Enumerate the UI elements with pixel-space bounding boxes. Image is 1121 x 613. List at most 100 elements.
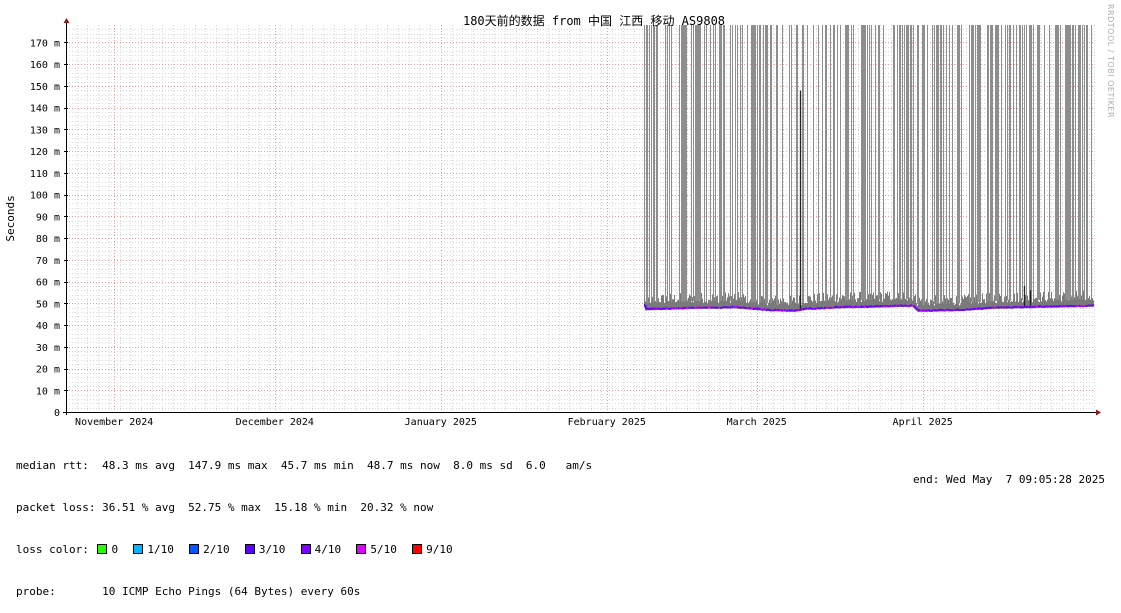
loss-color-swatch [97, 544, 107, 554]
x-tick-label: February 2025 [568, 417, 646, 428]
median-segment [848, 306, 849, 307]
loss-color-item: 1/10 [125, 543, 181, 556]
loss-color-item: 2/10 [180, 543, 236, 556]
median-segment [1008, 307, 1009, 308]
median-segment [968, 309, 969, 310]
y-tick-label: 170 m [30, 38, 60, 49]
y-tick-label: 70 m [36, 256, 60, 267]
loss-color-label: 5/10 [370, 543, 397, 556]
median-segment [915, 308, 916, 309]
loss-color-swatch [245, 544, 255, 554]
median-segment [907, 306, 908, 307]
median-segment [799, 310, 800, 311]
loss-color-legend: loss color: 0 1/10 2/10 3/10 4/10 5/10 9… [16, 543, 592, 557]
median-segment [1063, 306, 1064, 307]
median-segment [804, 308, 805, 309]
median-segment [822, 308, 823, 309]
y-tick-label: 80 m [36, 234, 60, 245]
loss-swatches: 0 1/10 2/10 3/10 4/10 5/10 9/10 [89, 543, 459, 556]
loss-color-label: 2/10 [203, 543, 230, 556]
loss-color-swatch [356, 544, 366, 554]
loss-color-item: 3/10 [236, 543, 292, 556]
median-segment [655, 308, 656, 309]
smokeping-chart: 010 m20 m30 m40 m50 m60 m70 m80 m90 m100… [0, 0, 1121, 494]
loss-color-swatch [301, 544, 311, 554]
x-tick-label: December 2024 [236, 417, 314, 428]
median-segment [684, 308, 685, 309]
median-segment [763, 309, 764, 310]
loss-color-label: loss color: [16, 543, 89, 556]
y-tick-label: 60 m [36, 278, 60, 289]
median-segment [820, 308, 821, 309]
median-segment [722, 307, 723, 308]
median-segment [658, 308, 659, 309]
loss-color-item: 0 [89, 543, 125, 556]
y-tick-label: 100 m [30, 191, 60, 202]
stats-legend: median rtt: 48.3 ms avg 147.9 ms max 45.… [16, 431, 592, 613]
median-segment [927, 310, 928, 311]
median-segment [714, 307, 715, 308]
median-segment [1086, 306, 1087, 307]
median-segment [736, 307, 737, 308]
median-segment [816, 308, 817, 309]
loss-color-swatch [412, 544, 422, 554]
median-segment [731, 307, 732, 308]
median-segment [916, 308, 917, 309]
loss-color-item: 9/10 [403, 543, 459, 556]
median-segment [697, 307, 698, 308]
median-segment [727, 307, 728, 308]
plot-area [66, 25, 1094, 412]
y-tick-label: 90 m [36, 212, 60, 223]
y-tick-label: 120 m [30, 147, 60, 158]
median-segment [751, 308, 752, 309]
median-segment [795, 310, 796, 311]
median-segment [996, 307, 997, 308]
median-segment [946, 310, 947, 311]
loss-color-item: 4/10 [292, 543, 348, 556]
end-timestamp: end: Wed May 7 09:05:28 2025 [913, 473, 1105, 486]
loss-color-label: 9/10 [426, 543, 453, 556]
median-segment [910, 305, 911, 306]
median-segment [889, 306, 890, 307]
median-segment [811, 308, 812, 309]
median-segment [719, 307, 720, 308]
loss-color-label: 1/10 [147, 543, 174, 556]
median-segment [1093, 305, 1094, 306]
y-tick-label: 130 m [30, 125, 60, 136]
median-segment [914, 306, 915, 308]
median-segment [1058, 306, 1059, 307]
median-segment [958, 309, 959, 310]
loss-color-label: 3/10 [259, 543, 286, 556]
median-segment [645, 305, 646, 309]
median-segment [1033, 307, 1034, 308]
x-tick-label: March 2025 [727, 417, 787, 428]
y-tick-label: 30 m [36, 343, 60, 354]
median-segment [1036, 306, 1037, 307]
median-segment [706, 307, 707, 308]
loss-color-label: 4/10 [315, 543, 342, 556]
loss-color-swatch [133, 544, 143, 554]
median-segment [1050, 306, 1051, 307]
median-segment [912, 305, 913, 306]
median-segment [1041, 306, 1042, 307]
median-segment [948, 309, 949, 310]
median-segment [769, 310, 770, 311]
y-tick-label: 160 m [30, 60, 60, 71]
rrdtool-watermark: RRDTOOL / TOBI OETIKER [1106, 4, 1115, 118]
y-tick-label: 0 [54, 408, 60, 419]
median-segment [808, 308, 809, 309]
median-segment [768, 309, 769, 310]
median-segment [917, 309, 918, 310]
x-tick-label: November 2024 [75, 417, 153, 428]
median-segment [985, 308, 986, 309]
probe-line: probe: 10 ICMP Echo Pings (64 Bytes) eve… [16, 585, 592, 599]
y-axis-arrow [64, 18, 70, 23]
y-tick-label: 40 m [36, 321, 60, 332]
chart-svg: 010 m20 m30 m40 m50 m60 m70 m80 m90 m100… [0, 0, 1121, 430]
y-tick-label: 140 m [30, 104, 60, 115]
y-axis-label: Seconds [4, 195, 17, 241]
median-segment [681, 308, 682, 309]
median-segment [834, 307, 835, 308]
median-segment [956, 309, 957, 310]
y-tick-label: 20 m [36, 365, 60, 376]
